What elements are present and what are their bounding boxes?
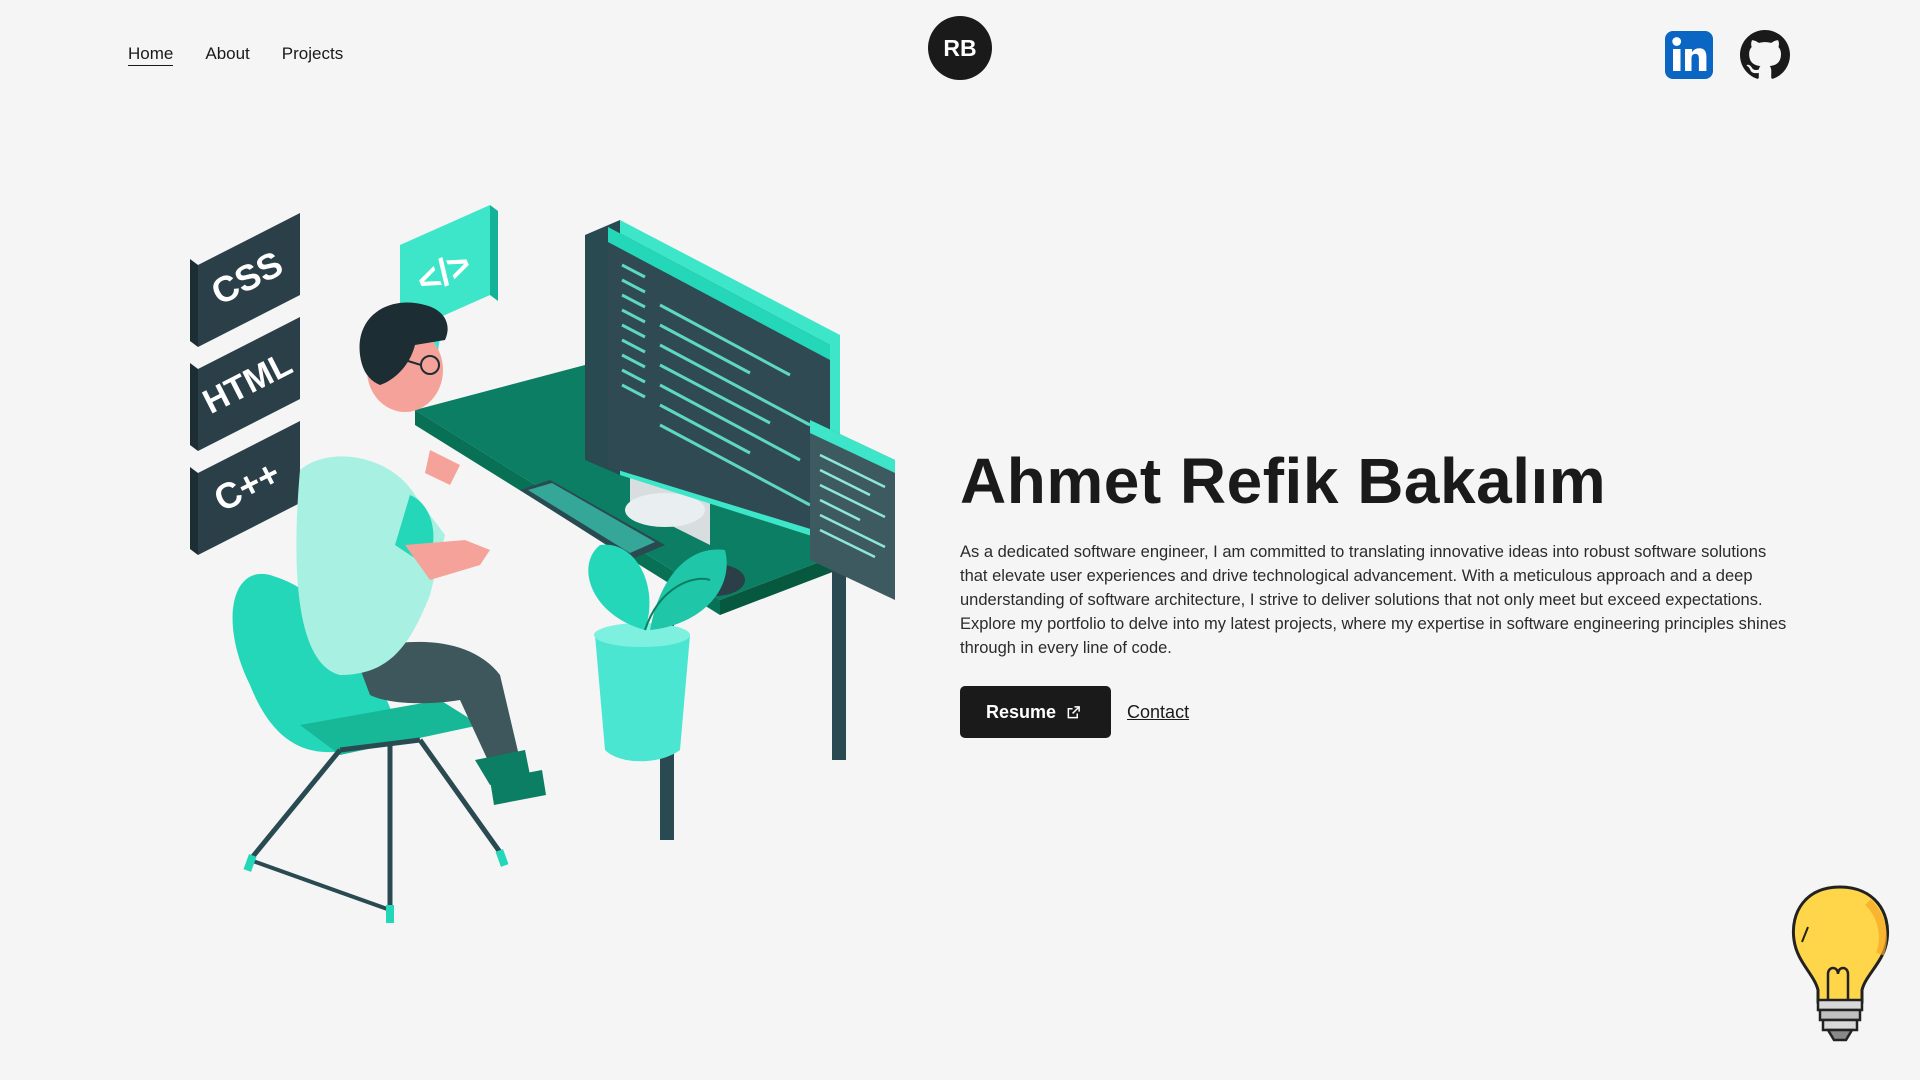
hero-bio: As a dedicated software engineer, I am c… — [960, 543, 1787, 658]
hero-actions: Resume Contact — [960, 686, 1790, 739]
developer-illustration: CSS HTML C++ </> — [190, 205, 895, 923]
lightbulb-icon[interactable] — [1788, 882, 1892, 1052]
hero-section: Ahmet Refik Bakalım As a dedicated softw… — [960, 445, 1790, 739]
external-link-icon — [1067, 706, 1080, 719]
nav-about[interactable]: About — [205, 44, 249, 66]
social-links — [1664, 30, 1790, 80]
nav-home[interactable]: Home — [128, 44, 174, 66]
resume-button-label: Resume — [986, 701, 1057, 722]
nav-projects[interactable]: Projects — [282, 44, 343, 66]
github-icon[interactable] — [1740, 30, 1790, 80]
contact-link[interactable]: Contact — [1127, 702, 1189, 723]
resume-button[interactable]: Resume — [960, 686, 1112, 739]
linkedin-icon[interactable] — [1664, 30, 1714, 80]
main-nav: Home About Projects — [128, 44, 343, 66]
hero-name: Ahmet Refik Bakalım — [960, 445, 1607, 517]
site-logo[interactable]: RB — [928, 16, 992, 80]
